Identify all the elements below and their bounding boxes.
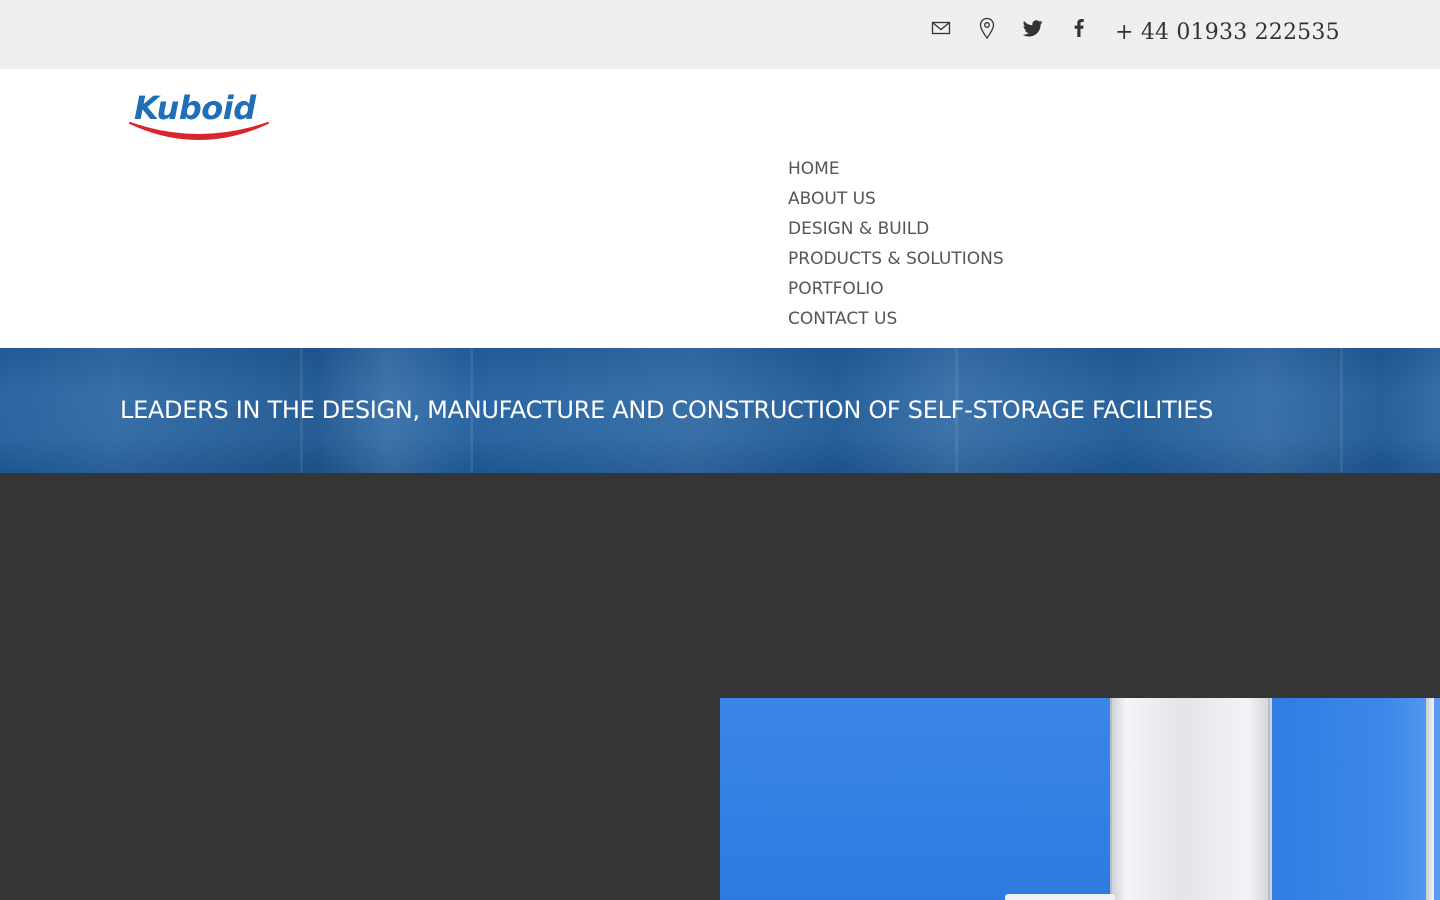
facebook-icon[interactable]	[1067, 16, 1091, 40]
door-edge	[1110, 698, 1112, 900]
banner-stripe	[1340, 348, 1343, 473]
tagline-banner: LEADERS IN THE DESIGN, MANUFACTURE AND C…	[0, 348, 1440, 473]
storage-unit-photo	[720, 698, 1440, 900]
roller-door	[1110, 698, 1272, 900]
hero-section	[0, 473, 1440, 900]
blue-wall-panel	[1272, 698, 1440, 900]
floor-edge	[1005, 894, 1115, 900]
tagline-heading: LEADERS IN THE DESIGN, MANUFACTURE AND C…	[120, 396, 1213, 424]
nav-item-about-us[interactable]: ABOUT US	[788, 184, 1004, 214]
door-rail	[1426, 698, 1434, 900]
nav-item-portfolio[interactable]: PORTFOLIO	[788, 274, 1004, 304]
envelope-icon[interactable]	[929, 16, 953, 40]
twitter-icon[interactable]	[1021, 16, 1045, 40]
phone-number[interactable]: + 44 01933 222535	[1115, 20, 1340, 45]
nav-item-contact-us[interactable]: CONTACT US	[788, 304, 1004, 334]
door-edge	[1268, 698, 1270, 900]
logo-swoosh-icon	[129, 122, 269, 140]
map-pin-icon[interactable]	[975, 16, 999, 40]
nav-item-design-build[interactable]: DESIGN & BUILD	[788, 214, 1004, 244]
nav-item-products-solutions[interactable]: PRODUCTS & SOLUTIONS	[788, 244, 1004, 274]
main-nav: HOME ABOUT US DESIGN & BUILD PRODUCTS & …	[788, 154, 1004, 334]
kuboid-logo[interactable]: Kuboid	[128, 89, 270, 147]
top-contact-bar: + 44 01933 222535	[0, 0, 1440, 69]
nav-item-home[interactable]: HOME	[788, 154, 1004, 184]
site-header: Kuboid HOME ABOUT US DESIGN & BUILD PROD…	[0, 69, 1440, 348]
